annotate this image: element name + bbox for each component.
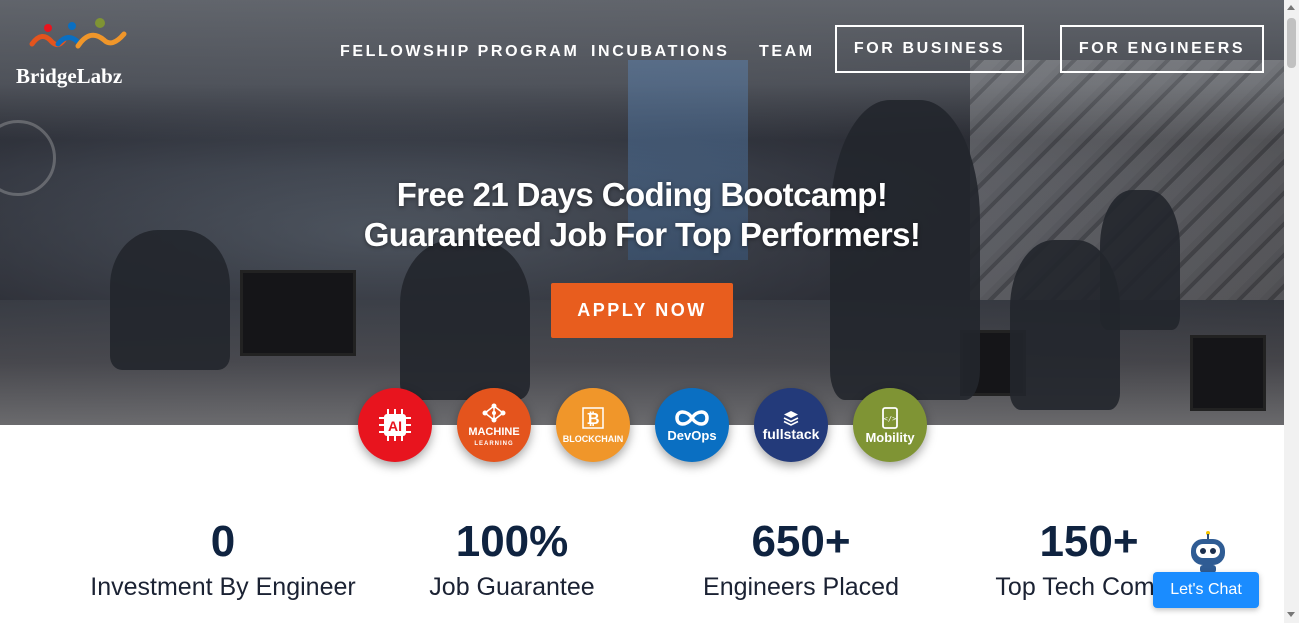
brand-name: BridgeLabz (16, 64, 123, 88)
lets-chat-button[interactable]: Let's Chat (1153, 572, 1259, 608)
tech-ai[interactable]: AI (358, 388, 432, 462)
nav-fellowship-program[interactable]: FELLOWSHIP PROGRAM (340, 43, 579, 61)
tech-devops-label: DevOps (667, 427, 717, 443)
stat-label: Job Guarantee (429, 573, 595, 601)
tech-machine-learning[interactable]: MACHINE LEARNING (457, 388, 531, 462)
tech-fullstack-label: fullstack (762, 425, 820, 442)
svg-text:</>: </> (884, 415, 897, 423)
nav-team[interactable]: TEAM (759, 43, 815, 61)
tech-fullstack[interactable]: fullstack (754, 388, 828, 462)
machine-learning-icon (482, 403, 506, 423)
tech-mobility-label: Mobility (865, 429, 915, 445)
stat-value: 100% (455, 517, 569, 566)
scroll-thumb[interactable] (1287, 18, 1296, 68)
tech-ai-label: AI (388, 418, 402, 434)
stat-job-guarantee: 100% Job Guarantee (367, 516, 657, 602)
mobile-code-icon: </> (882, 406, 898, 429)
hero-headline-line1: Free 21 Days Coding Bootcamp! (396, 176, 888, 213)
stat-label: Engineers Placed (703, 573, 899, 601)
apply-now-button[interactable]: APPLY NOW (551, 283, 733, 338)
page-scrollbar[interactable] (1284, 0, 1299, 623)
stat-label: Investment By Engineer (90, 573, 356, 601)
hero-photo-monitor (240, 270, 356, 356)
for-business-button[interactable]: FOR BUSINESS (835, 25, 1024, 73)
tech-blockchain-label: BLOCKCHAIN (562, 433, 624, 444)
tech-devops[interactable]: DevOps (655, 388, 729, 462)
chatbot-robot-icon[interactable] (1188, 530, 1228, 576)
hero-photo-person (400, 240, 530, 400)
tech-ml-sublabel: LEARNING (474, 441, 514, 447)
stat-engineers-placed: 650+ Engineers Placed (656, 516, 946, 602)
stat-value: 0 (210, 517, 236, 566)
scroll-down-arrow-icon[interactable] (1287, 612, 1295, 617)
ai-chip-icon: AI (379, 409, 411, 441)
hero-photo-monitor (1190, 335, 1266, 411)
tech-blockchain[interactable]: ₿ BLOCKCHAIN (556, 388, 630, 462)
layers-icon (783, 410, 799, 426)
scroll-up-arrow-icon[interactable] (1287, 5, 1295, 10)
infinity-icon (675, 409, 709, 426)
for-engineers-button[interactable]: FOR ENGINEERS (1060, 25, 1264, 73)
tech-mobility[interactable]: </> Mobility (853, 388, 927, 462)
stat-investment: 0 Investment By Engineer (78, 516, 368, 602)
stat-value: 650+ (751, 517, 851, 566)
nav-incubations[interactable]: INCUBATIONS (591, 43, 730, 61)
brand-logo[interactable]: BridgeLabz (16, 18, 136, 90)
bitcoin-icon: ₿ (582, 406, 604, 429)
tech-ml-label: MACHINE (468, 426, 520, 438)
hero-headline-line2: Guaranteed Job For Top Performers! (363, 216, 921, 253)
svg-text:₿: ₿ (586, 410, 599, 428)
brand-logo-icon (29, 18, 127, 49)
